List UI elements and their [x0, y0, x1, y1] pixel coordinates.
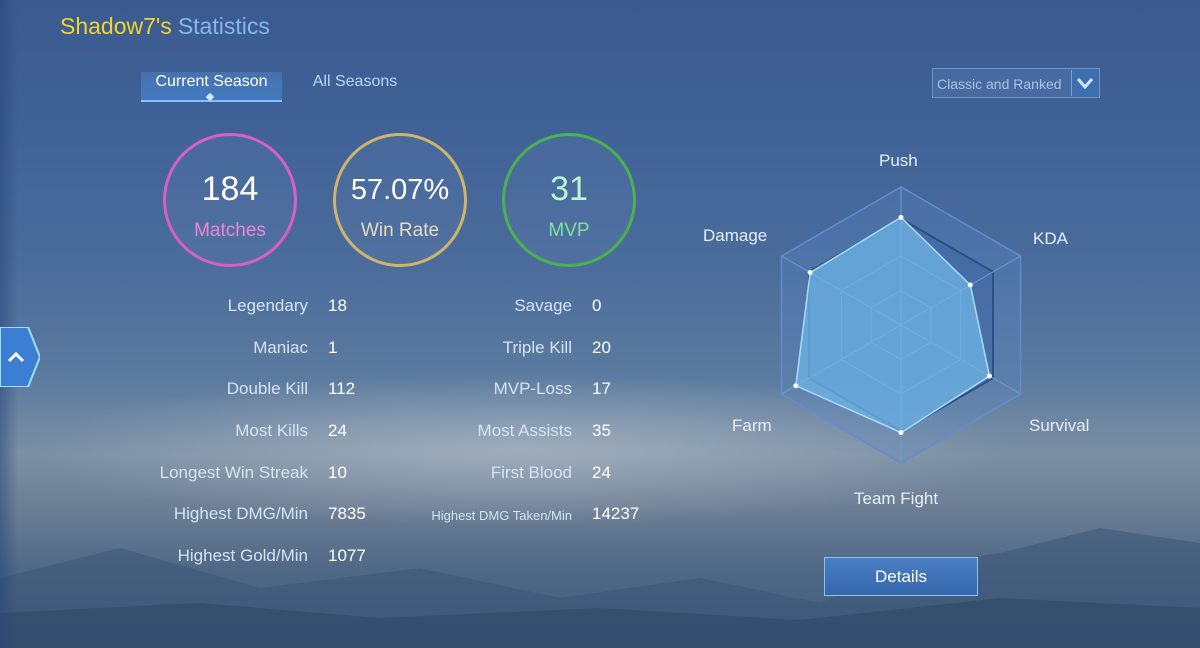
stat-value-highest-dmg-taken-min: 14237	[592, 504, 640, 523]
radar-point-survival	[986, 373, 992, 379]
stat-value-highest-gold-min: 1077	[328, 546, 366, 565]
radar-point-farm	[793, 383, 799, 389]
stat-label-legendary: Legendary	[227, 296, 308, 315]
tab-all-seasons-label: All Seasons	[312, 73, 398, 90]
stat-value-first-blood: 24	[592, 463, 611, 482]
tab-all-seasons[interactable]: All Seasons	[300, 72, 410, 100]
stat-label-highest-gold-min: Highest Gold/Min	[177, 546, 308, 565]
matches-summary: 184 Matches	[163, 133, 297, 267]
radar-label-damage: Damage	[703, 226, 768, 245]
win-rate-summary: 57.07% Win Rate	[333, 133, 467, 267]
details-button[interactable]: Details	[824, 557, 978, 596]
mode-filter-selected: Classic and Ranked	[937, 76, 1062, 92]
details-button-label: Details	[875, 567, 927, 586]
stat-value-most-assists: 35	[592, 421, 611, 440]
stat-label-most-kills: Most Kills	[235, 421, 308, 440]
stat-label-longest-win-streak: Longest Win Streak	[159, 463, 308, 482]
stat-label-maniac: Maniac	[253, 338, 308, 357]
radar-label-push: Push	[879, 151, 918, 170]
tab-current-season-label: Current Season	[155, 73, 268, 90]
mode-filter-dropdown[interactable]: Classic and Ranked	[932, 68, 1100, 98]
radar-label-survival: Survival	[1029, 416, 1090, 435]
stat-label-double-kill: Double Kill	[226, 379, 308, 398]
stat-label-triple-kill: Triple Kill	[502, 338, 572, 357]
stat-label-highest-dmg-taken-min: Highest DMG Taken/Min	[431, 508, 572, 523]
collapse-side-tab[interactable]	[0, 326, 42, 388]
mvp-label: MVP	[548, 220, 590, 241]
radar-label-farm: Farm	[732, 416, 772, 435]
stat-label-most-assists: Most Assists	[477, 421, 572, 440]
stat-label-highest-dmg-min: Highest DMG/Min	[173, 504, 308, 523]
radar-point-push	[898, 214, 904, 220]
radar-label-kda: KDA	[1033, 229, 1068, 248]
title-text: Statistics	[177, 13, 270, 39]
stat-label-savage: Savage	[514, 296, 572, 315]
player-name: Shadow7's	[60, 13, 172, 39]
stat-value-triple-kill: 20	[592, 338, 611, 357]
mvp-summary: 31 MVP	[502, 133, 636, 267]
radar-point-team-fight	[898, 430, 904, 436]
background-mountains	[0, 528, 1200, 648]
radar-point-damage	[807, 270, 813, 276]
win-rate-label: Win Rate	[360, 220, 440, 241]
stat-value-highest-dmg-min: 7835	[328, 504, 366, 523]
chevron-up-icon	[0, 326, 42, 388]
stat-value-legendary: 18	[328, 296, 347, 315]
stat-value-savage: 0	[592, 296, 602, 315]
performance-radar-chart	[700, 140, 1110, 520]
stat-label-first-blood: First Blood	[490, 463, 572, 482]
stat-value-longest-win-streak: 10	[328, 463, 347, 482]
left-frame-edge	[0, 0, 18, 648]
stat-label-mvp-loss: MVP-Loss	[493, 379, 572, 398]
mvp-count: 31	[550, 170, 588, 208]
tab-current-season[interactable]: Current Season	[141, 72, 282, 102]
page-title: Shadow7's Statistics	[60, 13, 270, 40]
matches-label: Matches	[194, 220, 266, 241]
radar-svg	[780, 186, 1022, 464]
chevron-down-icon[interactable]	[1071, 70, 1098, 96]
stat-value-maniac: 1	[328, 338, 338, 357]
stat-value-most-kills: 24	[328, 421, 347, 440]
matches-count: 184	[201, 170, 259, 208]
radar-label-team-fight: Team Fight	[854, 489, 939, 508]
stat-value-mvp-loss: 17	[592, 379, 611, 398]
active-tab-indicator	[205, 92, 215, 102]
radar-point-kda	[967, 282, 973, 288]
win-rate-value: 57.07%	[350, 174, 450, 206]
stat-value-double-kill: 112	[328, 379, 356, 398]
